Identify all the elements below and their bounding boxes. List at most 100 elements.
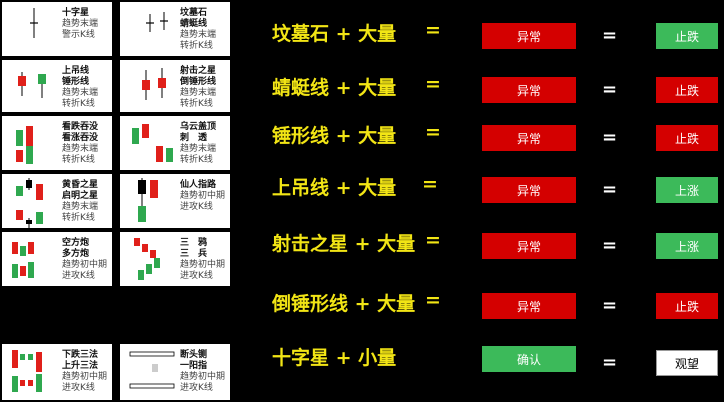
pattern-card: 仙人指路 趋势初中期 进攻K线: [120, 174, 230, 228]
pattern-name: 看跌吞没 看涨吞没: [62, 122, 99, 143]
rule-title: 倒锤形线 + 大量: [272, 293, 416, 315]
pattern-subtitle: 趋势初中期: [62, 260, 108, 270]
outcome-box: 上涨: [656, 177, 718, 203]
rule-title: 锤形线 + 大量: [272, 125, 397, 147]
candle-body: [156, 146, 163, 162]
pattern-card: 十字星 趋势末端 警示K线: [2, 2, 112, 56]
outcome-box: 止跌: [656, 23, 718, 49]
candle-body: [142, 124, 149, 138]
candle-body: [28, 262, 34, 278]
pattern-subtitle: 趋势初中期: [180, 372, 226, 382]
candle-body: [20, 380, 25, 386]
candlestick-illustration: [12, 350, 42, 392]
candle-body: [12, 242, 18, 254]
candle-body: [150, 180, 158, 198]
pattern-subtitle: 转折K线: [62, 213, 95, 223]
equals-sign: =: [425, 73, 441, 95]
equals-sign: =: [602, 127, 618, 148]
pattern-caption: 看跌吞没 看涨吞没 趋势末端 转折K线: [62, 122, 98, 166]
rule-title: 坟墓石 + 大量: [272, 23, 397, 45]
pattern-card: 射击之星 倒锤形线 趋势末端 转折K线: [120, 60, 230, 112]
pattern-subtitle: 趋势初中期: [180, 260, 226, 270]
pattern-subtitle: 进攻K线: [62, 383, 95, 393]
pattern-name: 射击之星 倒锤形线: [180, 66, 217, 87]
pattern-caption: 上吊线 锤形线 趋势末端 转折K线: [62, 66, 98, 110]
pattern-subtitle: 进攻K线: [180, 383, 213, 393]
equals-sign: =: [602, 235, 618, 256]
pattern-subtitle: 趋势末端: [62, 144, 99, 154]
result-box: 异常: [482, 125, 576, 151]
outcome-box: 止跌: [656, 125, 718, 151]
candlestick-illustration: [12, 242, 34, 278]
pattern-card: 看跌吞没 看涨吞没 趋势末端 转折K线: [2, 116, 112, 170]
candle-body: [12, 376, 18, 392]
candle-body: [26, 180, 32, 188]
pattern-caption: 空方炮 多方炮 趋势初中期 进攻K线: [62, 238, 107, 282]
pattern-name: 坟墓石 蜻蜓线: [180, 8, 208, 29]
pattern-name: 断头铡 一阳指: [180, 350, 208, 371]
candle-body: [28, 242, 34, 254]
outcome-box: 止跌: [656, 77, 718, 103]
candle-body: [16, 130, 23, 146]
outcome-box: 止跌: [656, 293, 718, 319]
pattern-card: 空方炮 多方炮 趋势初中期 进攻K线: [2, 232, 112, 286]
rule-title: 十字星 + 小量: [272, 347, 397, 369]
candlestick-illustration: [134, 238, 160, 280]
pattern-subtitle: 进攻K线: [62, 271, 95, 281]
candle-body: [36, 184, 43, 200]
pattern-subtitle: 转折K线: [180, 41, 213, 51]
candle-body: [20, 354, 25, 360]
rule-title: 射击之星 + 大量: [272, 233, 416, 255]
candlestick-illustration: [30, 8, 38, 38]
pattern-subtitle: 趋势末端: [180, 30, 217, 40]
pattern-caption: 乌云盖顶 刺 透趋势末端 转折K线: [180, 122, 216, 166]
candle-body: [138, 180, 146, 194]
candle-body: [146, 264, 152, 274]
candle-body: [36, 374, 42, 392]
outcome-box: 上涨: [656, 233, 718, 259]
candle-body: [28, 354, 33, 360]
rule-title: 蜻蜓线 + 大量: [272, 77, 397, 99]
pattern-name: 空方炮 多方炮: [62, 238, 90, 259]
pattern-caption: 断头铡 一阳指 趋势初中期 进攻K线: [180, 350, 225, 394]
pattern-subtitle: 转折K线: [180, 99, 213, 109]
outcome-box: 观望: [656, 350, 718, 376]
pattern-subtitle: 转折K线: [62, 99, 95, 109]
pattern-caption: 坟墓石 蜻蜓线 趋势末端 转折K线: [180, 8, 216, 52]
candle-body: [16, 186, 23, 196]
pattern-caption: 三 鸦 三 兵趋势初中期 进攻K线: [180, 238, 225, 282]
candlestick-illustration: [16, 126, 33, 164]
candlestick-illustration: [146, 12, 168, 32]
result-box: 异常: [482, 293, 576, 319]
equals-sign: =: [422, 173, 438, 195]
pattern-subtitle: 趋势初中期: [180, 191, 226, 201]
candle-body: [138, 206, 146, 222]
candle-body: [20, 266, 26, 276]
candle-body: [154, 258, 160, 268]
pattern-subtitle: 趋势末端: [62, 19, 99, 29]
rule-title: 上吊线 + 大量: [272, 177, 397, 199]
candlestick-illustration: [18, 72, 46, 98]
equals-sign: =: [602, 179, 618, 200]
candle-body: [134, 238, 140, 246]
pattern-card: 下跌三法 上升三法 趋势初中期 进攻K线: [2, 344, 112, 400]
candle-body: [129, 383, 175, 389]
candle-body: [142, 80, 150, 90]
pattern-subtitle: 趋势末端: [180, 88, 217, 98]
result-box: 异常: [482, 23, 576, 49]
pattern-subtitle: 趋势末端: [62, 88, 99, 98]
candle-body: [129, 351, 175, 357]
pattern-caption: 射击之星 倒锤形线 趋势末端 转折K线: [180, 66, 216, 110]
candle-body: [166, 148, 173, 162]
pattern-caption: 十字星 趋势末端 警示K线: [62, 8, 98, 41]
candle-body: [28, 380, 33, 386]
candle-body: [142, 244, 148, 252]
candle-body: [152, 364, 158, 372]
pattern-card: 坟墓石 蜻蜓线 趋势末端 转折K线: [120, 2, 230, 56]
candle-body: [132, 128, 139, 144]
pattern-card: 三 鸦 三 兵趋势初中期 进攻K线: [120, 232, 230, 286]
equals-sign: =: [602, 25, 618, 46]
pattern-subtitle: 进攻K线: [180, 202, 213, 212]
pattern-caption: 下跌三法 上升三法 趋势初中期 进攻K线: [62, 350, 107, 394]
candle-body: [26, 220, 32, 224]
